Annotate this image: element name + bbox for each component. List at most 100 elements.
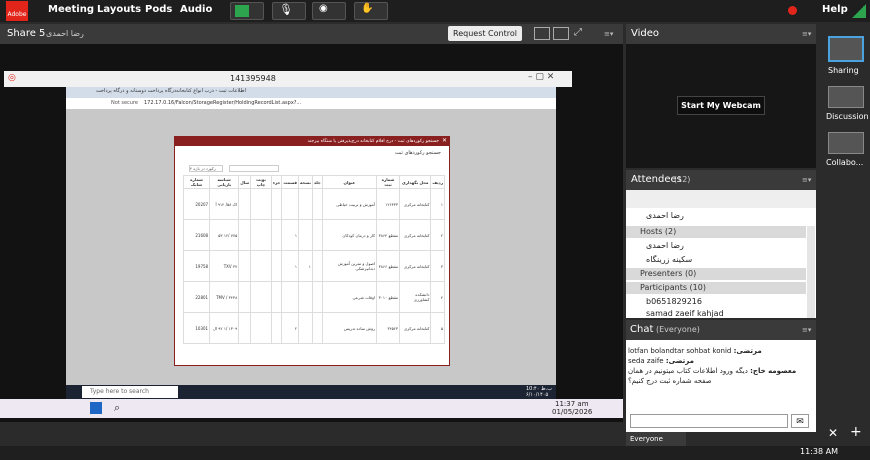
table-cell: ۲ [281,312,299,344]
table-row[interactable]: ۴ دانشکده کشاورزی مقطع ۳۰۱۰ اوقات شرعی ۳۴۳۸ … [183,281,445,313]
window-controls[interactable]: – ▢ ✕ [528,72,554,82]
table-cell: ۳ [430,250,445,282]
connection-signal-icon [852,4,866,18]
chat-recipient-tab[interactable]: Everyone [626,432,686,446]
table-row[interactable]: ۵ کتابخانه مرکزی ۳۴۵۲۳ روش ساده تدریس ۲ ۱۳۰۹ … [183,312,445,344]
add-layout-icon[interactable]: + [850,424,862,440]
chat-message-list: مرتضی: lotfan bolandtar sohbat konid مرتض… [628,346,804,410]
pod-options-icon[interactable]: ≡▾ [802,30,811,38]
table-cell: کار و درمان کودکان [321,219,378,251]
close-icon[interactable]: ✕ [442,137,447,144]
table-cell [311,281,323,313]
table-cell: کتابخانه مرکزی [399,188,432,220]
records-table-container: ردیف محل نگهداری شماره ثبت عنوان جلد نسخه قسمت… [183,175,445,361]
table-header: محل نگهداری [399,175,432,189]
hosts-section[interactable]: Hosts (2) [626,226,806,238]
chat-input[interactable] [630,414,788,428]
table-cell [250,281,272,313]
layout-thumbnail-discussion[interactable] [828,86,864,108]
fullscreen-icon[interactable]: ⤢ [574,27,582,38]
layout-thumbnail-collaboration[interactable] [828,132,864,154]
menu-meeting[interactable]: Meeting [48,4,94,15]
table-cell: مقطع ۳۸۶۶ [376,250,401,282]
table-row[interactable]: ۲ کتابخانه مرکزی مقطع ۳۸۶۴ کار و درمان کودک… [183,219,445,251]
record-icon[interactable] [788,6,797,15]
active-presenter: رضا احمدی [646,211,684,220]
remote-taskbar: Type here to search 10:۴۰ ب.ظ ۶/۱۰/۱۴۰۵ [66,385,556,399]
table-cell: ۵ [430,312,445,344]
attendee-row[interactable]: b0651829216 [626,296,806,308]
table-cell: دانشکده کشاورزی [399,281,432,313]
layout-thumbnail-sharing[interactable] [828,36,864,62]
remote-search-box[interactable]: Type here to search [82,386,178,398]
table-cell: 22801 [183,281,211,313]
search-result-button[interactable]: ۴ رکورد در بازه [189,165,223,172]
pod-options-icon[interactable]: ≡▾ [802,176,811,184]
attendee-row[interactable]: samad zaeif kahjad [626,308,806,318]
chat-sender: معصومه خاج: [750,367,797,375]
table-cell [250,312,272,344]
table-cell: ۲ [430,219,445,251]
layout-label-collaboration[interactable]: Collabo... [826,158,863,167]
table-cell: ۱۲۶۳۳۳ [376,188,401,220]
table-cell [298,188,313,220]
os-clock: 11:38 AM [800,447,838,456]
request-control-button[interactable]: Request Control [448,26,522,41]
browser-tab-strip: درگاه پرداخت دوستانه و درگاه پرداخت اطلا… [66,87,556,98]
table-cell: آموزش و تربیت خیاطی [321,188,378,220]
layout-label-discussion[interactable]: Discussion [826,112,869,121]
chat-message: مرتضی: lotfan bolandtar sohbat konid [628,346,804,356]
attendee-row[interactable]: رضا احمدی [626,240,806,252]
address-bar[interactable]: Not secure 172.17.0.16/Falcon/StorageReg… [66,98,556,109]
search-icon[interactable]: ⌕ [114,401,120,415]
modal-subtitle: جستجو رکوردهای ثبت [395,150,441,156]
menu-help[interactable]: Help [822,4,848,15]
table-cell [238,281,252,313]
menu-pods[interactable]: Pods [145,4,172,15]
table-cell: ۷۷۵ /۱۲ ۵۳ [209,219,240,251]
attendee-row[interactable]: سکینه زرینگاه [626,254,806,266]
table-row[interactable]: ۳ کتابخانه مرکزی مقطع ۳۸۶۶ اصول و تمرین آمو… [183,250,445,282]
webcam-button[interactable]: ◉ [312,2,346,20]
table-cell [298,281,313,313]
attendees-pod-header: Attendees (12) ≡▾ [626,170,816,190]
url-text[interactable]: 172.17.0.16/Falcon/StorageRegister/Holdi… [144,100,301,106]
start-webcam-button[interactable]: Start My Webcam [677,96,765,115]
attendees-scrollbar[interactable] [807,226,815,318]
table-cell [250,219,272,251]
search-input[interactable] [229,165,279,172]
view-mode-icon[interactable] [553,27,569,40]
browser-tab[interactable]: درگاه پرداخت دوستانه و درگاه پرداخت [96,88,176,94]
table-cell: مقطع ۳۰۱۰ [376,281,401,313]
chat-sender: مرتضی: [665,357,694,365]
pod-options-icon[interactable]: ≡▾ [802,326,811,334]
table-header: نوبت چاپ [250,175,272,189]
local-clock-date: 01/05/2026 [552,408,593,416]
chat-text: lotfan bolandtar sohbat konid [628,347,734,355]
table-cell: کتابخانه مرکزی [399,219,432,251]
layout-label-sharing[interactable]: Sharing [828,66,859,75]
participants-section[interactable]: Participants (10) [626,282,806,294]
speaker-button[interactable] [230,2,264,20]
tools-icon[interactable]: ✕ [828,426,838,440]
chat-title: Chat [630,324,654,335]
os-taskbar: 11:38 AM [0,446,870,460]
table-cell: کتابخانه مرکزی [399,250,432,282]
microphone-button[interactable]: 🎙 [272,2,306,20]
windows-start-icon[interactable] [90,402,102,414]
webcam-icon: ◉ [319,3,328,14]
chat-pod-header: Chat (Everyone) ≡▾ [626,320,816,340]
chat-text: seda zaife [628,357,666,365]
presenters-section[interactable]: Presenters (0) [626,268,806,280]
pod-options-icon[interactable]: ≡▾ [604,30,613,38]
table-cell [311,250,323,282]
send-message-icon[interactable]: ✉ [791,414,809,428]
menu-layouts[interactable]: Layouts [97,4,141,15]
view-mode-icon[interactable] [534,27,550,40]
table-cell: ۱ [430,188,445,220]
menu-audio[interactable]: Audio [180,4,212,15]
table-row[interactable]: ۱ کتابخانه مرکزی ۱۲۶۳۳۳ آموزش و تربیت خیاطی… [183,188,445,220]
raise-hand-button[interactable]: ✋ [354,2,388,20]
browser-tab-active[interactable]: اطلاعات ثبت - درب انواع کتابخانه [176,88,246,94]
table-cell [281,281,299,313]
